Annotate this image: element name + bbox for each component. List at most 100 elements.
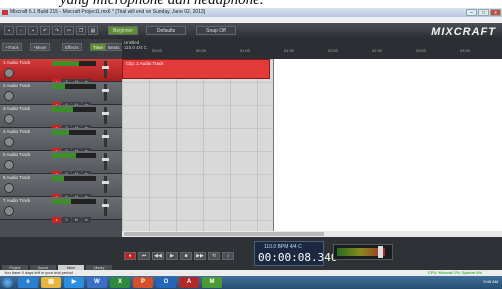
taskbar-app-media[interactable]: ▶ — [64, 277, 84, 288]
audio-clip[interactable]: Clip: 1 Audio Track — [122, 59, 270, 79]
window-title: Mixcraft 6.1 Build 215 - Mixcraft Projec… — [10, 9, 206, 15]
track-header[interactable]: 7 Audio Track ● S Mfx — [0, 197, 122, 223]
defaults-select[interactable]: Defaults — [146, 26, 186, 35]
effects-button[interactable]: Effects — [62, 43, 82, 51]
beats-toggle[interactable]: Beats — [105, 43, 123, 51]
snap-select[interactable]: Snap Off — [196, 26, 236, 35]
taskbar-app-excel[interactable]: X — [110, 277, 130, 288]
status-left: You have 0 days left in your trial perio… — [4, 270, 73, 275]
bpm-readout: 110.0 BPM 4/4 C — [264, 244, 302, 250]
volume-fader[interactable] — [102, 130, 109, 147]
track-buttons: ●SMfx — [52, 208, 120, 223]
clock[interactable]: 9:46 AM — [483, 279, 498, 284]
cut-icon[interactable]: ✂ — [64, 26, 74, 35]
stop-button[interactable]: ■ — [180, 252, 192, 260]
taskbar-app-outlook[interactable]: O — [156, 277, 176, 288]
mute-button[interactable]: M — [72, 217, 81, 223]
mixer-button[interactable]: +Mixer — [30, 43, 50, 51]
volume-fader[interactable] — [102, 84, 109, 101]
track-name[interactable]: 5 Audio Track — [3, 152, 30, 157]
pan-knob[interactable] — [4, 206, 14, 216]
add-track-button[interactable]: +Track — [2, 43, 22, 51]
windows-taskbar: e ▤ ▶ W X P O A M 9:46 AM — [0, 276, 502, 289]
taskbar-app-word[interactable]: W — [87, 277, 107, 288]
track-name[interactable]: 6 Audio Track — [3, 175, 30, 180]
track-name[interactable]: 7 Audio Track — [3, 198, 30, 203]
taskbar-app-mixcraft[interactable]: M — [202, 277, 222, 288]
taskbar-app-ie[interactable]: e — [18, 277, 38, 288]
pan-knob[interactable] — [4, 114, 14, 124]
save-icon[interactable]: ▪ — [28, 26, 38, 35]
level-meter — [52, 176, 96, 181]
fx-button[interactable]: fx — [82, 217, 91, 223]
volume-fader[interactable] — [102, 176, 109, 193]
title-bar: Mixcraft 6.1 Build 215 - Mixcraft Projec… — [0, 8, 502, 17]
tempo-readout: 110.0 4/4 C — [124, 45, 147, 50]
record-button[interactable]: ● — [124, 252, 136, 260]
pan-knob[interactable] — [4, 183, 14, 193]
copy-icon[interactable]: ❐ — [76, 26, 86, 35]
metronome-button[interactable]: ♪ — [222, 252, 234, 260]
volume-fader[interactable] — [102, 199, 109, 216]
fast-forward-button[interactable]: ▶▶ — [194, 252, 206, 260]
arrangement-area[interactable]: Clip: 1 Audio Track — [122, 59, 502, 237]
caption-text: yang microphone dan headphone. — [60, 0, 264, 8]
beginner-mode-button[interactable]: Beginner — [108, 26, 138, 35]
track-header[interactable]: 6 Audio Track ●SMfx — [0, 174, 122, 200]
redo-icon[interactable]: ↷ — [52, 26, 62, 35]
level-meter — [52, 130, 96, 135]
master-volume-handle[interactable] — [378, 246, 383, 258]
volume-fader[interactable] — [102, 153, 109, 170]
track-name[interactable]: 2 Audio Track — [3, 83, 30, 88]
playhead-cursor[interactable] — [273, 59, 274, 237]
volume-fader[interactable] — [102, 107, 109, 124]
empty-timeline-region[interactable] — [274, 59, 502, 237]
pan-knob[interactable] — [4, 137, 14, 147]
undo-icon[interactable]: ↶ — [40, 26, 50, 35]
timeline-ruler[interactable]: Untitled 110.0 4/4 C 00:00 00:30 01:00 01… — [122, 39, 502, 59]
minimize-button[interactable]: – — [466, 9, 477, 16]
track-header[interactable]: 4 Audio Track ●SMfx — [0, 128, 122, 154]
track-buttons: ●SMfx — [52, 116, 120, 131]
fader-handle[interactable] — [102, 204, 109, 207]
fader-handle[interactable] — [102, 89, 109, 92]
track-buttons: ●SMfx — [52, 70, 120, 85]
taskbar-app-powerpoint[interactable]: P — [133, 277, 153, 288]
fader-handle[interactable] — [102, 112, 109, 115]
loop-button[interactable]: ⟲ — [208, 252, 220, 260]
track-buttons: ●SMfx — [52, 93, 120, 108]
paste-icon[interactable]: ▤ — [88, 26, 98, 35]
volume-fader[interactable] — [102, 61, 109, 78]
arm-button[interactable]: ● — [52, 217, 61, 223]
master-volume-slider[interactable] — [333, 244, 393, 260]
track-name[interactable]: 4 Audio Track — [3, 129, 30, 134]
track-name[interactable]: 1 Audio Track — [3, 60, 30, 65]
track-name[interactable]: 3 Audio Track — [3, 106, 30, 111]
taskbar-app-access[interactable]: A — [179, 277, 199, 288]
open-icon[interactable]: ▫ — [16, 26, 26, 35]
close-button[interactable]: x — [490, 9, 501, 16]
scroll-thumb[interactable] — [124, 232, 324, 236]
ruler-tick: 01:30 — [284, 48, 295, 53]
track-header[interactable]: 2 Audio Track ●SMfx — [0, 82, 122, 108]
maximize-button[interactable]: □ — [478, 9, 489, 16]
start-button[interactable] — [2, 277, 13, 288]
track-list: 1 Audio Track●SMfx2 Audio Track●SMfx3 Au… — [0, 59, 122, 237]
pan-knob[interactable] — [4, 68, 14, 78]
new-project-icon[interactable]: ▪ — [4, 26, 14, 35]
rewind-button[interactable]: ◀◀ — [152, 252, 164, 260]
fader-handle[interactable] — [102, 158, 109, 161]
fader-handle[interactable] — [102, 66, 109, 69]
track-header[interactable]: 5 Audio Track ●SMfx — [0, 151, 122, 177]
rewind-start-button[interactable]: ⏮ — [138, 252, 150, 260]
taskbar-app-explorer[interactable]: ▤ — [41, 277, 61, 288]
fader-handle[interactable] — [102, 135, 109, 138]
time-toggle[interactable]: Time — [90, 43, 106, 51]
fader-handle[interactable] — [102, 181, 109, 184]
pan-knob[interactable] — [4, 91, 14, 101]
pan-knob[interactable] — [4, 160, 14, 170]
play-button[interactable]: ▶ — [166, 252, 178, 260]
solo-button[interactable]: S — [62, 217, 71, 223]
track-header[interactable]: 1 Audio Track ●SMfx — [0, 59, 122, 85]
track-header[interactable]: 3 Audio Track ●SMfx — [0, 105, 122, 131]
